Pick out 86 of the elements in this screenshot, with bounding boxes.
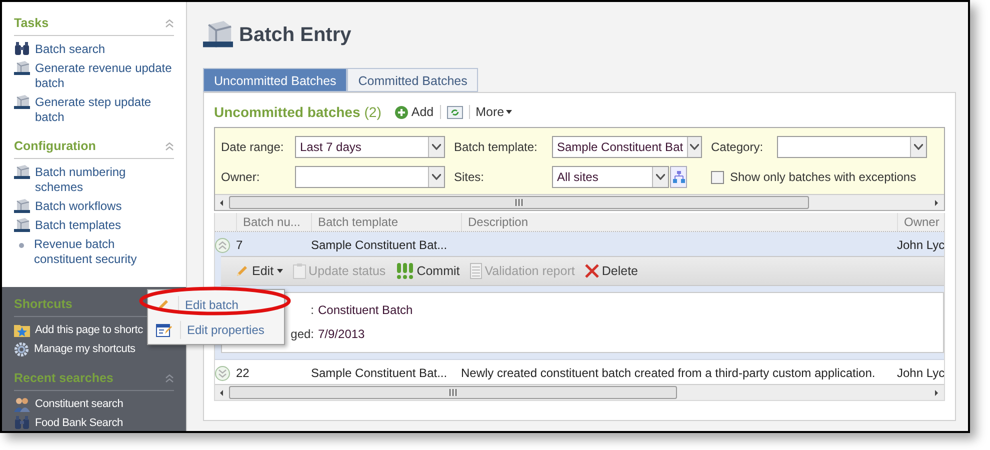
column-header[interactable]: Batch template [312,213,462,231]
detail-value: Constituent Batch [318,302,413,319]
section-title: Recent searches [14,370,114,387]
batch-icon [14,94,30,110]
binoculars-icon [14,42,30,56]
section-title: Configuration [14,138,96,155]
batch-icon [14,60,30,76]
detail-label: : [310,303,314,317]
expand-icon[interactable] [218,368,227,378]
grip-icon [449,389,457,396]
list-title: Uncommitted batches [214,102,360,122]
delete-icon [584,264,599,278]
owner-select[interactable] [295,166,445,188]
add-button[interactable]: Add [395,102,434,122]
detail-value: 7/9/2013 [318,326,365,343]
column-header[interactable]: Owner [898,213,944,231]
field-label: Sites: [454,169,486,186]
sidebar-item[interactable]: Generate step update batch [14,92,174,127]
table-cell: 7 [236,238,243,252]
exceptions-checkbox[interactable] [711,170,724,184]
caret-icon [506,110,512,114]
column-header[interactable]: Batch nu... [237,213,312,231]
horizontal-scrollbar[interactable] [215,194,944,210]
sidebar-item[interactable]: Batch search [14,40,174,59]
tab[interactable]: Committed Batches [347,68,478,92]
table-cell: Sample Constituent Bat... [311,238,448,252]
table-cell: Newly created constituent batch created from a third-party custom application. [461,366,876,380]
batch-icon [203,20,233,50]
sidebar-item[interactable]: Food Bank Search [14,414,174,431]
clipboard-icon [292,263,306,279]
field-label: Batch template: [454,139,538,156]
section-title: Tasks [14,15,49,32]
commit-icon [396,263,414,279]
bullet-icon [19,242,24,248]
table-cell: John Lyc [897,366,944,380]
section-title: Shortcuts [14,296,72,313]
detail-label: ged: [290,327,314,341]
collapse-icon[interactable] [165,18,174,28]
batch-icon [14,164,30,180]
date-range-select[interactable]: Last 7 days [295,136,445,158]
sites-select[interactable]: All sites [552,166,669,188]
batch-icon [14,218,30,232]
category-select[interactable] [777,136,927,158]
checkbox-label: Show only batches with exceptions [730,169,916,186]
collapse-icon[interactable] [218,240,227,250]
toolbar-button[interactable]: Commit [396,262,460,280]
table-cell: John Lyc [897,238,944,252]
sidebar-item[interactable]: Batch templates [14,216,174,234]
collapse-icon[interactable] [165,142,174,151]
properties-icon [156,322,172,336]
sidebar-item[interactable]: Manage my shortcuts [14,340,174,359]
folder-star-icon [14,322,30,337]
table-cell: 22 [236,366,250,380]
sidebar-item[interactable]: Revenue batch constituent security [14,234,174,268]
refresh-icon[interactable] [446,106,463,118]
tab[interactable]: Uncommitted Batches [203,68,348,92]
hierarchy-button[interactable] [670,166,687,188]
sidebar-item[interactable]: Constituent search [14,394,174,414]
caret-icon [276,269,283,273]
batch-template-select[interactable]: Sample Constituent Bat [552,136,702,158]
collapse-row-button[interactable] [215,238,230,252]
report-icon [470,263,482,279]
people-icon [14,396,30,412]
binoculars-icon [14,416,30,430]
sidebar-item[interactable]: Batch numbering schemes [14,162,174,196]
field-label: Date range: [221,139,285,156]
gear-icon [14,342,29,357]
table-cell: Sample Constituent Bat... [311,366,448,380]
pencil-icon [235,264,249,278]
expand-row-button[interactable] [215,366,230,380]
more-menu-button[interactable]: More [476,102,512,122]
field-label: Category: [711,139,764,156]
plus-icon [395,106,408,118]
page-title: Batch Entry [239,23,352,48]
field-label: Owner: [221,169,261,186]
horizontal-scrollbar[interactable] [215,384,944,400]
column-header[interactable]: Description [462,213,898,231]
grip-icon [515,199,523,206]
hierarchy-icon [672,171,684,183]
sidebar-item[interactable]: Generate revenue update batch [14,58,174,93]
toolbar-button[interactable]: Delete [584,262,638,280]
list-count: (2) [364,102,382,122]
sidebar-item[interactable]: Batch workflows [14,196,174,216]
batch-icon [14,198,30,214]
collapse-icon[interactable] [165,374,174,383]
toolbar-button[interactable]: Edit [235,262,283,280]
